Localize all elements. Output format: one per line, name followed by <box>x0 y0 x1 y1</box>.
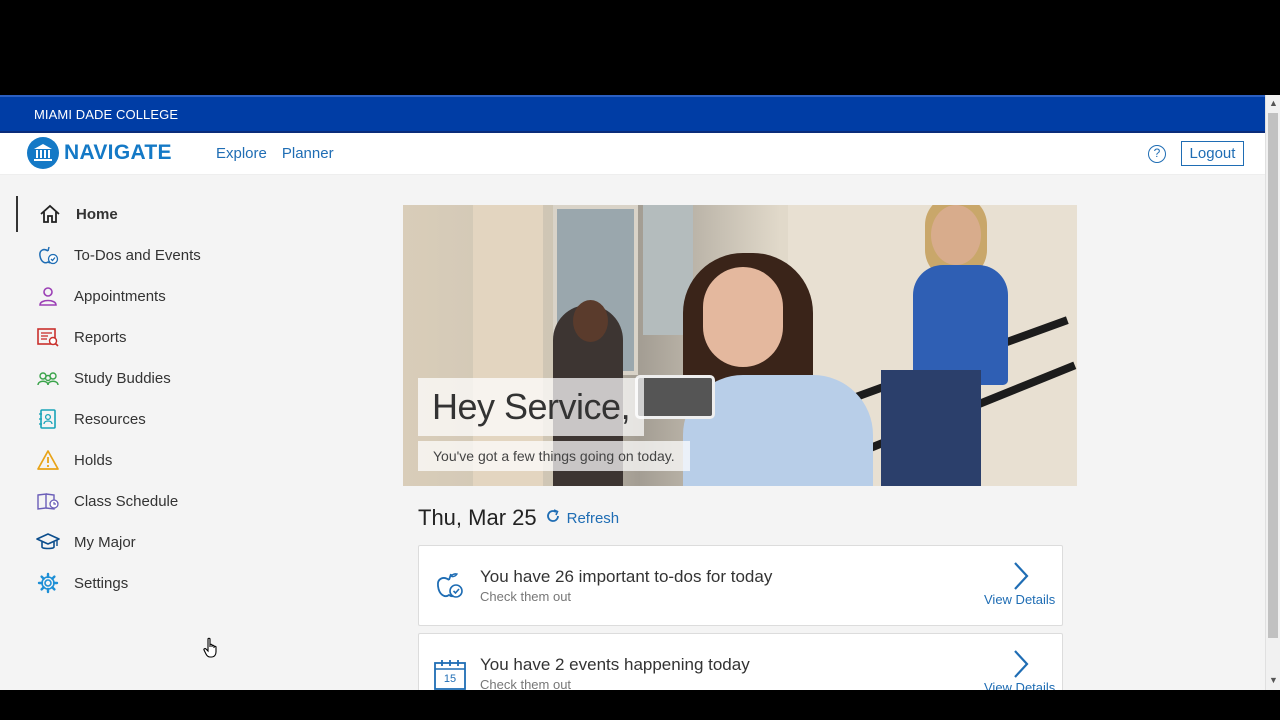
nav-links: Explore Planner <box>216 145 334 162</box>
people-icon <box>36 366 60 390</box>
sidebar-item-home[interactable]: Home <box>16 196 316 232</box>
card-title: You have 2 events happening today <box>480 655 750 674</box>
sidebar-item-label: Holds <box>74 451 113 469</box>
page-content: Home To-Dos and Events Appointments Repo… <box>0 175 1265 690</box>
hero-person-right-jeans <box>881 370 981 486</box>
scroll-up-arrow[interactable]: ▲ <box>1269 98 1278 108</box>
top-nav: NAVIGATE Explore Planner ? Logout <box>0 133 1265 175</box>
book-icon <box>36 489 60 513</box>
sidebar-item-resources[interactable]: Resources <box>16 401 316 437</box>
warning-icon <box>36 448 60 472</box>
apple-check-icon <box>434 570 466 602</box>
hero-person-right <box>913 265 1008 385</box>
hand-cursor-icon <box>202 637 220 664</box>
scroll-down-arrow[interactable]: ▼ <box>1269 675 1278 685</box>
sidebar-item-class-schedule[interactable]: Class Schedule <box>16 483 316 519</box>
card-subtitle: Check them out <box>480 589 572 604</box>
sidebar-item-my-major[interactable]: My Major <box>16 524 316 560</box>
help-icon[interactable]: ? <box>1148 145 1166 163</box>
hero-phone <box>635 375 715 419</box>
sidebar-item-label: Appointments <box>74 287 166 305</box>
chevron-right-icon[interactable] <box>1009 560 1031 592</box>
sidebar-item-label: Resources <box>74 410 146 428</box>
hero-person-back-head <box>573 300 608 342</box>
sidebar-item-label: My Major <box>74 533 136 551</box>
greeting-subtitle: You've got a few things going on today. <box>433 448 675 464</box>
institution-icon <box>27 137 59 169</box>
page-scrollbar[interactable]: ▲ ▼ <box>1265 95 1280 690</box>
todos-card[interactable]: You have 26 important to-dos for today C… <box>418 545 1063 626</box>
sidebar: Home To-Dos and Events Appointments Repo… <box>0 175 360 690</box>
home-main: Hey Service, You've got a few things goi… <box>403 205 1077 690</box>
nav-link-explore[interactable]: Explore <box>216 145 267 162</box>
hero-banner: Hey Service, You've got a few things goi… <box>403 205 1077 486</box>
graduation-cap-icon <box>36 530 60 554</box>
greeting-subtitle-box: You've got a few things going on today. <box>418 441 690 471</box>
sidebar-item-label: Home <box>76 205 118 223</box>
card-title: You have 26 important to-dos for today <box>480 567 773 586</box>
view-details-link[interactable]: View Details <box>984 592 1055 607</box>
college-banner: MIAMI DADE COLLEGE <box>0 95 1265 133</box>
person-icon <box>36 284 60 308</box>
scroll-thumb[interactable] <box>1268 113 1278 638</box>
apple-check-icon <box>36 243 60 267</box>
card-subtitle: Check them out <box>480 677 572 690</box>
sidebar-item-label: Settings <box>74 574 129 592</box>
today-date: Thu, Mar 25 <box>418 505 537 530</box>
view-details-link[interactable]: View Details <box>984 680 1055 690</box>
gear-icon <box>36 571 60 595</box>
sidebar-item-label: Reports <box>74 328 127 346</box>
sidebar-item-study-buddies[interactable]: Study Buddies <box>16 360 316 396</box>
sidebar-item-label: To-Dos and Events <box>74 246 201 264</box>
college-name: MIAMI DADE COLLEGE <box>34 107 179 122</box>
logout-button[interactable]: Logout <box>1181 141 1244 166</box>
greeting-text: Hey Service, <box>432 386 631 427</box>
greeting-box: Hey Service, <box>418 378 645 436</box>
logo-text: NAVIGATE <box>64 141 172 164</box>
refresh-button[interactable]: Refresh <box>545 508 620 528</box>
sidebar-item-label: Study Buddies <box>74 369 171 387</box>
refresh-icon <box>545 508 561 528</box>
sidebar-item-appointments[interactable]: Appointments <box>16 278 316 314</box>
events-card[interactable]: 15 You have 2 events happening today Che… <box>418 633 1063 690</box>
sidebar-item-settings[interactable]: Settings <box>16 565 316 601</box>
hero-person-right-face <box>931 205 981 265</box>
navigate-logo[interactable]: NAVIGATE <box>27 137 172 169</box>
browser-viewport: MIAMI DADE COLLEGE NAVIGATE Explore Plan… <box>0 95 1280 690</box>
sidebar-item-label: Class Schedule <box>74 492 179 510</box>
sidebar-item-reports[interactable]: Reports <box>16 319 316 355</box>
calendar-icon: 15 <box>434 658 466 690</box>
sidebar-item-todos[interactable]: To-Dos and Events <box>16 237 316 273</box>
home-icon <box>38 202 62 226</box>
report-icon <box>36 325 60 349</box>
sidebar-item-holds[interactable]: Holds <box>16 442 316 478</box>
notebook-icon <box>36 407 60 431</box>
nav-link-planner[interactable]: Planner <box>282 145 334 162</box>
date-row: Thu, Mar 25 Refresh <box>418 505 619 531</box>
refresh-label: Refresh <box>566 509 620 527</box>
calendar-day: 15 <box>444 673 456 685</box>
hero-person-main-face <box>703 267 783 367</box>
chevron-right-icon[interactable] <box>1009 648 1031 680</box>
